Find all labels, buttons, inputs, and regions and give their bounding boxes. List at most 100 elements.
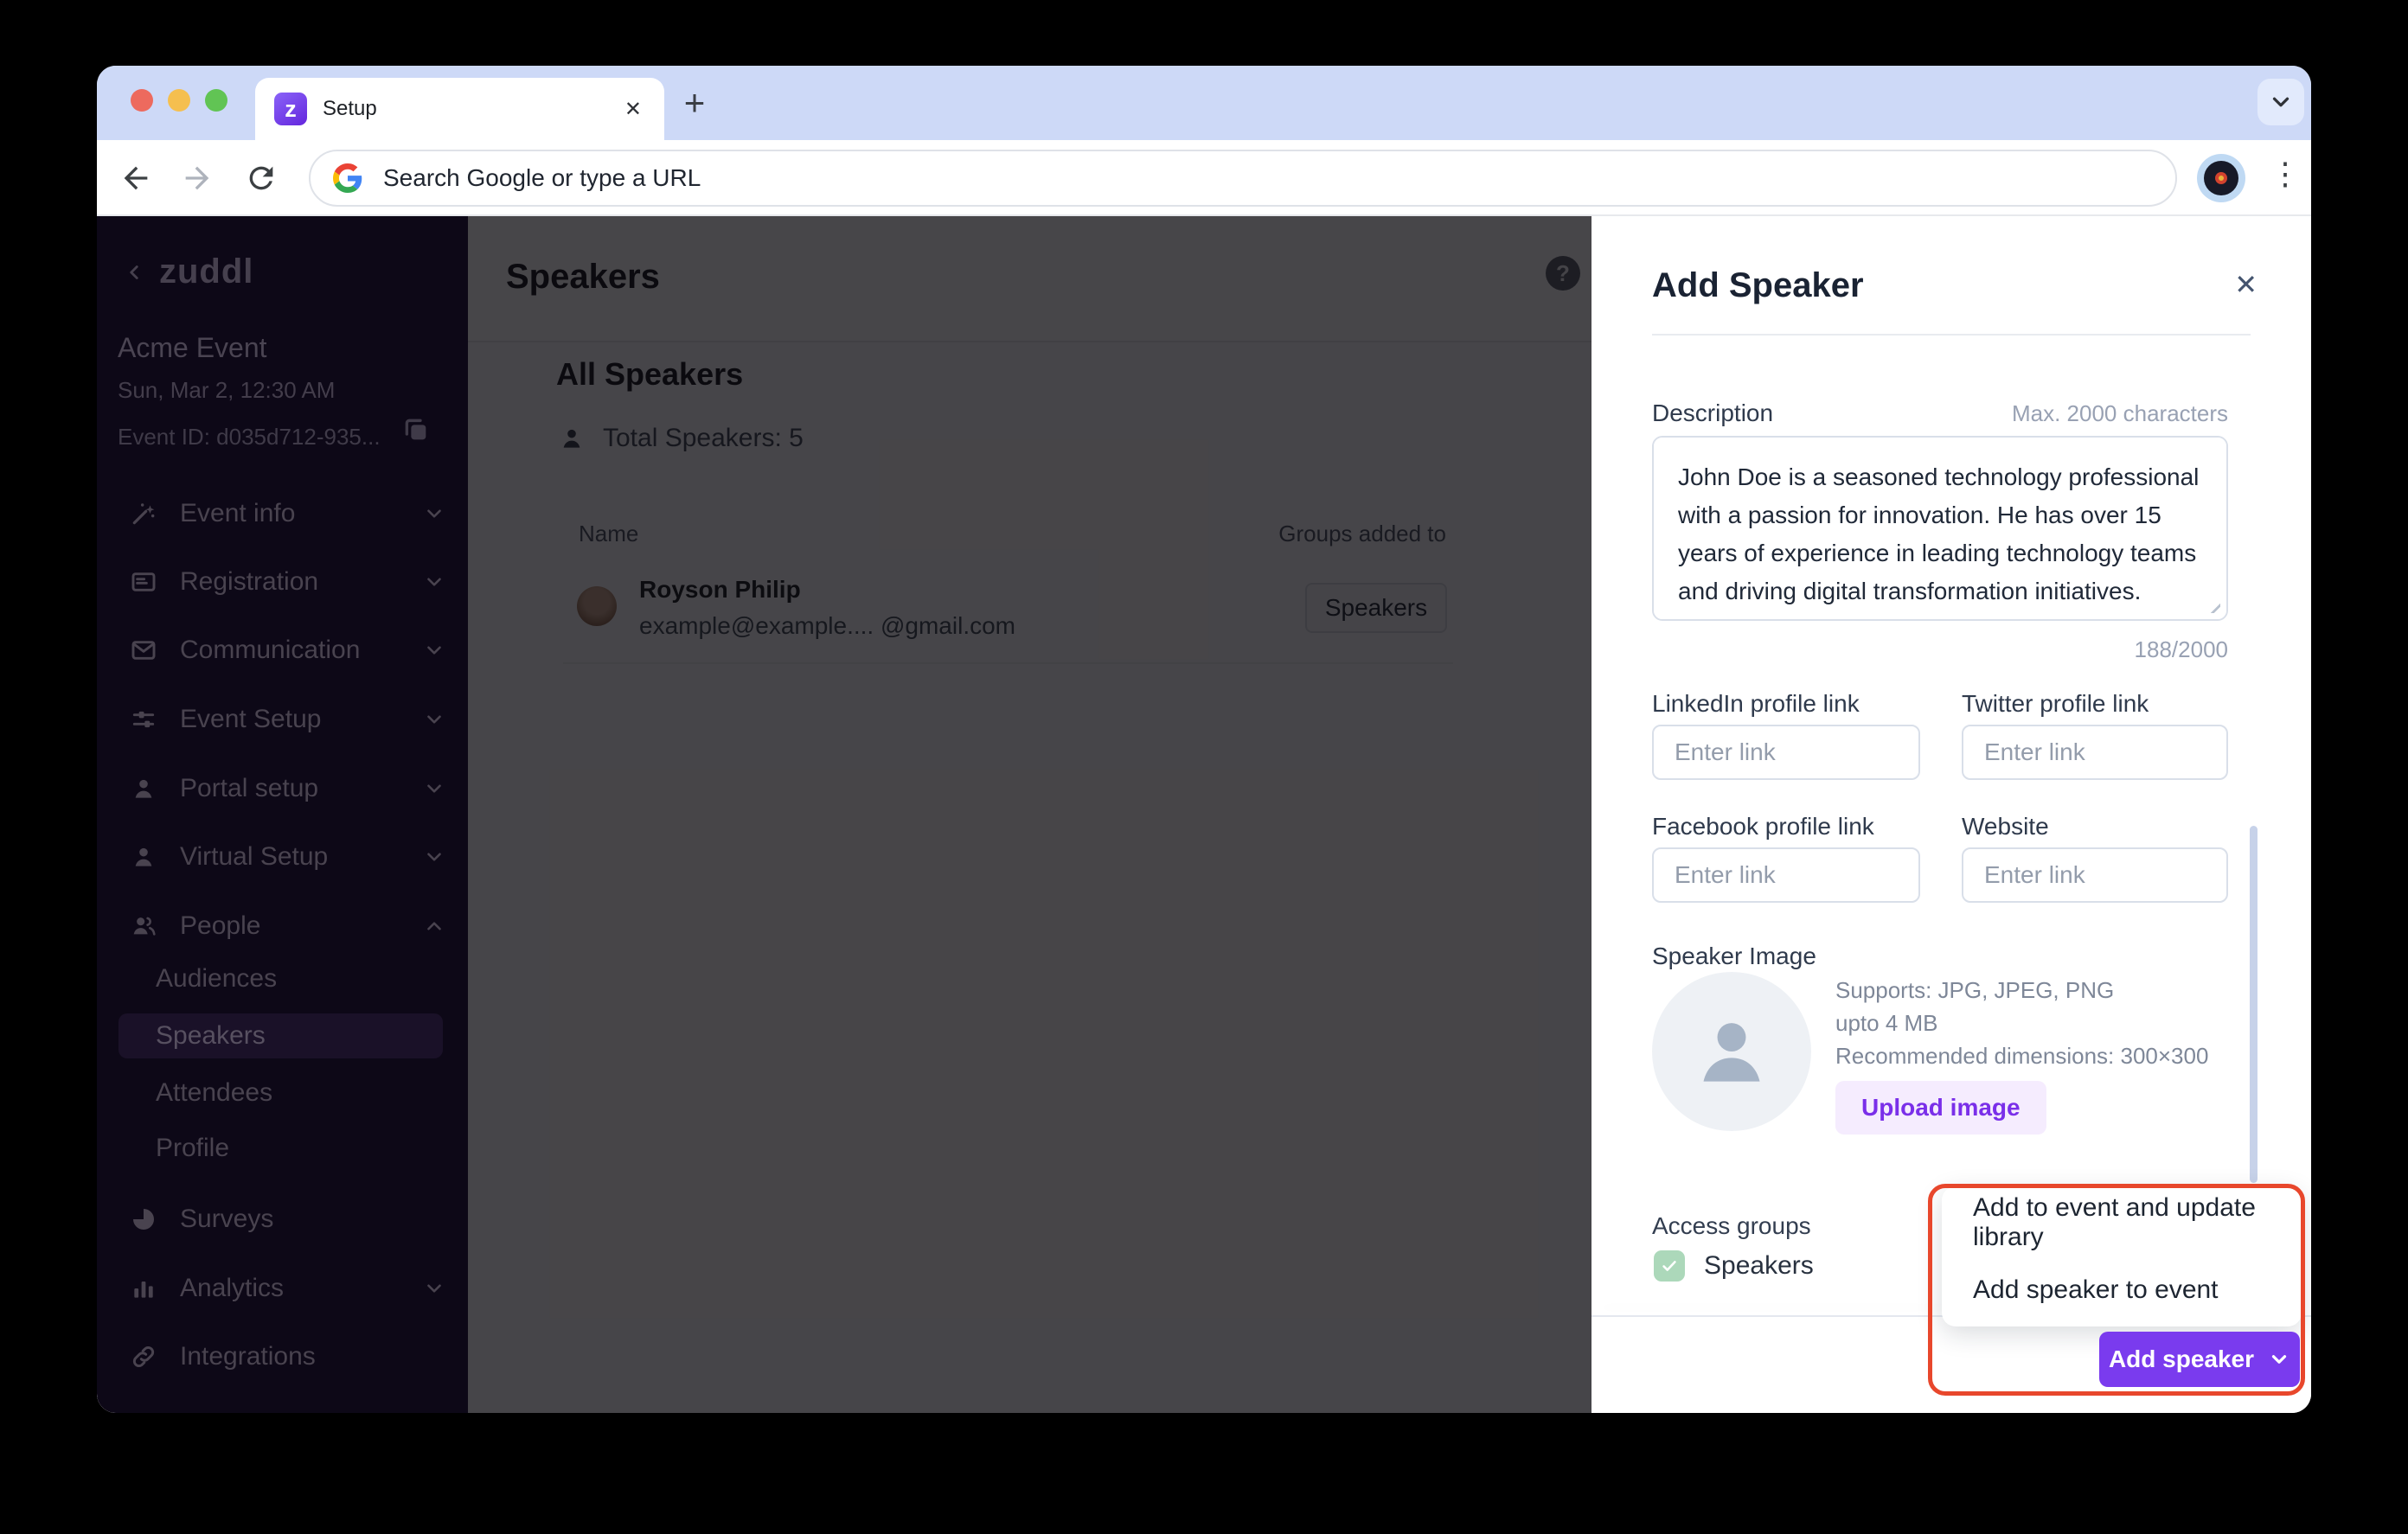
sidebar-item-analytics[interactable]: Analytics (97, 1264, 468, 1313)
window-close-button[interactable] (131, 89, 153, 112)
sidebar-subitem-speakers[interactable]: Speakers (118, 1013, 443, 1058)
image-support-line: Recommended dimensions: 300×300 (1835, 1043, 2209, 1069)
char-counter: 188/2000 (2134, 636, 2228, 662)
sidebar-item-event-info[interactable]: Event info (97, 489, 468, 538)
tab-strip: z Setup ✕ + (97, 66, 2311, 140)
event-name: Acme Event (118, 332, 267, 363)
close-icon[interactable]: ✕ (2234, 268, 2258, 301)
website-input[interactable] (1962, 847, 2228, 903)
linkedin-label: LinkedIn profile link (1652, 690, 1860, 717)
zuddl-wordmark: zuddl (159, 252, 254, 291)
sidebar-item-portal-setup[interactable]: Portal setup (97, 764, 468, 813)
user-icon (135, 847, 152, 866)
add-speaker-button-label: Add speaker (2108, 1345, 2255, 1372)
facebook-label: Facebook profile link (1652, 813, 1874, 840)
sidebar-item-label: Event Setup (180, 705, 322, 733)
sidebar-item-label: Portal setup (180, 774, 319, 802)
tab-title: Setup (323, 97, 377, 120)
chevron-up-icon (427, 922, 441, 930)
browser-menu-icon[interactable]: ⋮ (2270, 156, 2301, 192)
access-group-option-label: Speakers (1704, 1251, 1814, 1280)
app-area: zuddl Acme Event Sun, Mar 2, 12:30 AM Ev… (97, 216, 2311, 1413)
chevron-down-icon (427, 784, 441, 793)
sidebar: zuddl Acme Event Sun, Mar 2, 12:30 AM Ev… (97, 216, 468, 1413)
sidebar-logo[interactable]: zuddl (123, 252, 253, 291)
user-icon (135, 779, 152, 798)
zuddl-favicon-icon: z (274, 93, 307, 125)
menu-item-add-to-event[interactable]: Add speaker to event (1942, 1258, 2302, 1322)
speaker-image-placeholder (1652, 972, 1811, 1131)
speakers-checkbox[interactable] (1654, 1250, 1685, 1282)
forward-icon[interactable] (180, 161, 215, 195)
sidebar-subitem-attendees[interactable]: Attendees (156, 1071, 272, 1115)
description-field-wrap: John Doe is a seasoned technology profes… (1652, 436, 2228, 621)
sidebar-item-integrations[interactable]: Integrations (97, 1333, 468, 1381)
browser-window: z Setup ✕ + Search Google or type a URL (97, 66, 2311, 1413)
linkedin-input[interactable] (1652, 725, 1920, 780)
avatar (2204, 161, 2238, 195)
add-speaker-button[interactable]: Add speaker (2099, 1332, 2300, 1387)
facebook-input[interactable] (1652, 847, 1920, 903)
registration-icon (131, 572, 156, 591)
sidebar-item-label: People (180, 911, 261, 940)
url-text: Search Google or type a URL (383, 164, 701, 191)
website-label: Website (1962, 813, 2049, 840)
speakers-page: Speakers ? All Speakers Total Speakers: … (468, 216, 1591, 1413)
tab-close-icon[interactable]: ✕ (624, 97, 642, 122)
twitter-input[interactable] (1962, 725, 2228, 780)
sidebar-item-people[interactable]: People (97, 902, 468, 950)
panel-scrollbar[interactable] (2250, 826, 2258, 1183)
menu-item-add-update-library[interactable]: Add to event and update library (1942, 1191, 2302, 1255)
people-icon (133, 917, 156, 936)
description-textarea[interactable]: John Doe is a seasoned technology profes… (1652, 436, 2228, 621)
mail-icon (131, 641, 156, 660)
chevron-down-icon (2271, 1355, 2287, 1364)
chevron-down-icon (427, 853, 441, 861)
browser-tab-setup[interactable]: z Setup ✕ (255, 78, 664, 140)
description-label-row: Description Max. 2000 characters (1652, 399, 2228, 427)
window-zoom-button[interactable] (205, 89, 227, 112)
chevron-down-icon (427, 1284, 441, 1293)
url-bar[interactable]: Search Google or type a URL (309, 150, 2177, 207)
image-requirements: Supports: JPG, JPEG, PNG upto 4 MB Recom… (1835, 974, 2208, 1072)
sidebar-subitem-label: Speakers (156, 1021, 266, 1050)
window-minimize-button[interactable] (168, 89, 190, 112)
copy-icon[interactable] (401, 415, 431, 444)
sidebar-subitem-audiences[interactable]: Audiences (156, 956, 277, 1001)
panel-divider (1652, 334, 2251, 336)
sidebar-item-surveys[interactable]: Surveys (97, 1195, 468, 1243)
sidebar-subitem-profile[interactable]: Profile (156, 1126, 229, 1171)
event-datetime: Sun, Mar 2, 12:30 AM (118, 377, 336, 403)
description-hint: Max. 2000 characters (2011, 400, 2228, 426)
sidebar-item-label: Registration (180, 567, 319, 596)
chevron-down-icon (427, 646, 441, 655)
pie-chart-icon (133, 1209, 154, 1230)
twitter-label: Twitter profile link (1962, 690, 2149, 717)
sidebar-item-label: Virtual Setup (180, 842, 329, 871)
bar-chart-icon (134, 1282, 153, 1298)
sidebar-item-registration[interactable]: Registration (97, 558, 468, 606)
sliders-icon (132, 711, 155, 728)
access-groups-label: Access groups (1652, 1212, 1811, 1239)
sidebar-item-communication[interactable]: Communication (97, 626, 468, 674)
wand-icon (132, 503, 155, 525)
sidebar-item-event-setup[interactable]: Event Setup (97, 695, 468, 744)
browser-profile-avatar[interactable] (2197, 154, 2245, 202)
person-silhouette-icon (1703, 1023, 1760, 1082)
back-icon[interactable] (118, 161, 153, 195)
description-label: Description (1652, 399, 1774, 426)
sidebar-item-label: Communication (180, 636, 361, 664)
event-id: Event ID: d035d712-935... (118, 424, 381, 450)
speaker-image-label: Speaker Image (1652, 943, 1816, 969)
google-icon (333, 163, 362, 193)
upload-image-button[interactable]: Upload image (1835, 1081, 2046, 1135)
new-tab-button[interactable]: + (671, 80, 718, 126)
sidebar-item-label: Analytics (180, 1274, 285, 1302)
sidebar-item-virtual-setup[interactable]: Virtual Setup (97, 833, 468, 881)
chevron-down-icon (427, 509, 441, 518)
modal-dim-overlay (468, 216, 1591, 1413)
chevron-down-icon (427, 578, 441, 586)
chevron-down-icon (2272, 97, 2290, 107)
tab-search-chevron-button[interactable] (2258, 79, 2304, 125)
reload-icon[interactable] (244, 161, 279, 195)
